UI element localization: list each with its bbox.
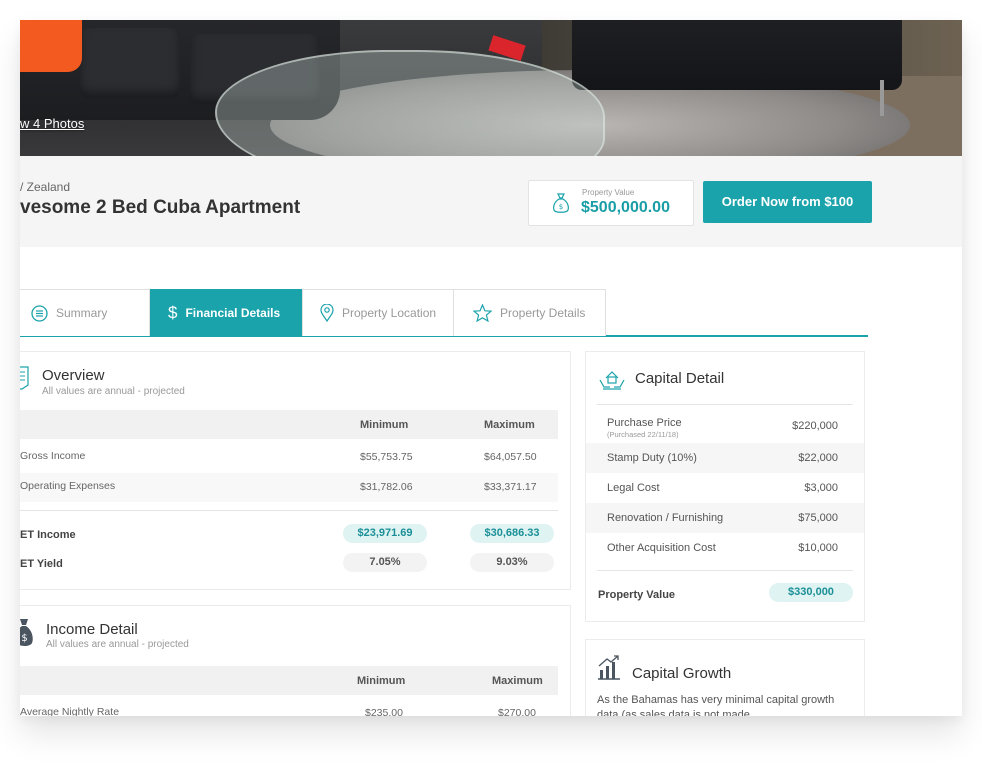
list-circle-icon xyxy=(31,304,48,322)
capital-row-value: $75,000 xyxy=(798,512,838,524)
view-photos-link[interactable]: w 4 Photos xyxy=(20,116,84,131)
capital-total-label: Property Value xyxy=(598,589,676,601)
capital-detail-title: Capital Detail xyxy=(635,370,725,387)
row-min: $55,753.75 xyxy=(360,451,413,463)
net-income-max-badge: $30,686.33 xyxy=(470,524,554,543)
capital-detail-card: Capital Detail Purchase Price (Purchased… xyxy=(585,351,865,622)
row-label: Average Nightly Rate xyxy=(20,706,120,716)
capital-row: Purchase Price (Purchased 22/11/18) $220… xyxy=(586,411,864,441)
title-band: / Zealand vesome 2 Bed Cuba Apartment $ … xyxy=(20,156,962,247)
income-detail-title: Income Detail xyxy=(46,621,138,638)
column-maximum: Maximum xyxy=(484,419,535,431)
tab-property-location[interactable]: Property Location xyxy=(302,289,454,336)
income-detail-subtitle: All values are annual - projected xyxy=(46,639,189,650)
tab-summary[interactable]: Summary xyxy=(20,289,150,336)
capital-growth-text: As the Bahamas has very minimal capital … xyxy=(597,694,835,716)
document-icon xyxy=(20,366,29,390)
net-yield-label: ET Yield xyxy=(20,558,63,570)
capital-row: Other Acquisition Cost $10,000 xyxy=(586,533,864,563)
row-label: Gross Income xyxy=(20,450,86,462)
divider xyxy=(20,510,558,511)
capital-total-badge: $330,000 xyxy=(769,583,853,602)
star-icon xyxy=(473,304,492,322)
capital-row-label: Legal Cost xyxy=(607,482,660,494)
overview-subtitle: All values are annual - projected xyxy=(42,386,185,397)
divider xyxy=(597,570,853,571)
tab-property-location-label: Property Location xyxy=(342,306,437,320)
row-max: $64,057.50 xyxy=(484,451,537,463)
tab-property-details-label: Property Details xyxy=(500,306,586,320)
capital-growth-title: Capital Growth xyxy=(632,665,732,682)
overview-title: Overview xyxy=(42,367,105,384)
photo-sofa-leg xyxy=(880,80,884,116)
overview-table-header: Minimum Maximum xyxy=(20,410,558,439)
capital-row: Stamp Duty (10%) $22,000 xyxy=(586,443,864,473)
map-pin-icon xyxy=(320,304,334,322)
capital-row-label: Renovation / Furnishing xyxy=(607,512,724,524)
tab-bar: Summary $ Financial Details Property Loc… xyxy=(20,289,868,337)
capital-row: Legal Cost $3,000 xyxy=(586,473,864,503)
row-max: $33,371.17 xyxy=(484,481,537,493)
capital-row-value: $10,000 xyxy=(798,542,838,554)
tab-financial-details-label: Financial Details xyxy=(185,306,281,320)
capital-row-label: Other Acquisition Cost xyxy=(607,542,716,554)
row-label: Operating Expenses xyxy=(20,480,116,492)
growth-chart-icon xyxy=(598,655,620,680)
row-max: $270.00 xyxy=(498,707,536,716)
photo-pillow xyxy=(20,20,82,72)
net-yield-max-badge: 9.03% xyxy=(470,553,554,572)
money-bag-icon: $ xyxy=(20,619,33,646)
overview-card: Overview All values are annual - project… xyxy=(20,351,571,590)
property-location: / Zealand xyxy=(20,180,71,194)
net-income-min-badge: $23,971.69 xyxy=(343,524,427,543)
net-yield-min-badge: 7.05% xyxy=(343,553,427,572)
svg-text:$: $ xyxy=(559,203,563,211)
row-min: $235.00 xyxy=(365,707,403,716)
capital-row: Renovation / Furnishing $75,000 xyxy=(586,503,864,533)
income-detail-card: $ Income Detail All values are annual - … xyxy=(20,605,571,716)
row-min: $31,782.06 xyxy=(360,481,413,493)
money-bag-icon: $ xyxy=(553,193,569,213)
capital-row-sublabel: (Purchased 22/11/18) xyxy=(607,430,679,439)
income-table-header: Minimum Maximum xyxy=(20,666,558,695)
dollar-icon: $ xyxy=(168,303,178,322)
capital-row-label: Stamp Duty (10%) xyxy=(607,452,697,464)
tab-financial-details[interactable]: $ Financial Details xyxy=(150,289,302,336)
house-hands-icon xyxy=(599,371,625,390)
hero-photo[interactable]: w 4 Photos xyxy=(20,20,962,156)
tab-property-details[interactable]: Property Details xyxy=(453,289,606,336)
column-minimum: Minimum xyxy=(360,419,409,431)
photo-sofa-right xyxy=(572,20,902,90)
net-income-label: ET Income xyxy=(20,529,76,541)
capital-row-value: $220,000 xyxy=(792,420,838,432)
property-title: vesome 2 Bed Cuba Apartment xyxy=(20,197,301,218)
property-value-box: $ Property Value $500,000.00 xyxy=(528,180,694,226)
capital-row-label: Purchase Price xyxy=(607,417,682,429)
capital-row-value: $3,000 xyxy=(804,482,838,494)
property-value-label: Property Value xyxy=(582,188,635,197)
property-page: w 4 Photos / Zealand vesome 2 Bed Cuba A… xyxy=(20,20,962,716)
tab-summary-label: Summary xyxy=(56,306,108,320)
photo-cushion xyxy=(80,28,180,98)
capital-row-value: $22,000 xyxy=(798,452,838,464)
capital-growth-card: Capital Growth As the Bahamas has very m… xyxy=(585,639,865,716)
order-now-button[interactable]: Order Now from $100 xyxy=(703,181,872,223)
column-minimum: Minimum xyxy=(357,675,406,687)
divider xyxy=(597,404,853,405)
column-maximum: Maximum xyxy=(492,675,543,687)
svg-text:$: $ xyxy=(21,633,27,644)
property-value-amount: $500,000.00 xyxy=(581,199,670,216)
